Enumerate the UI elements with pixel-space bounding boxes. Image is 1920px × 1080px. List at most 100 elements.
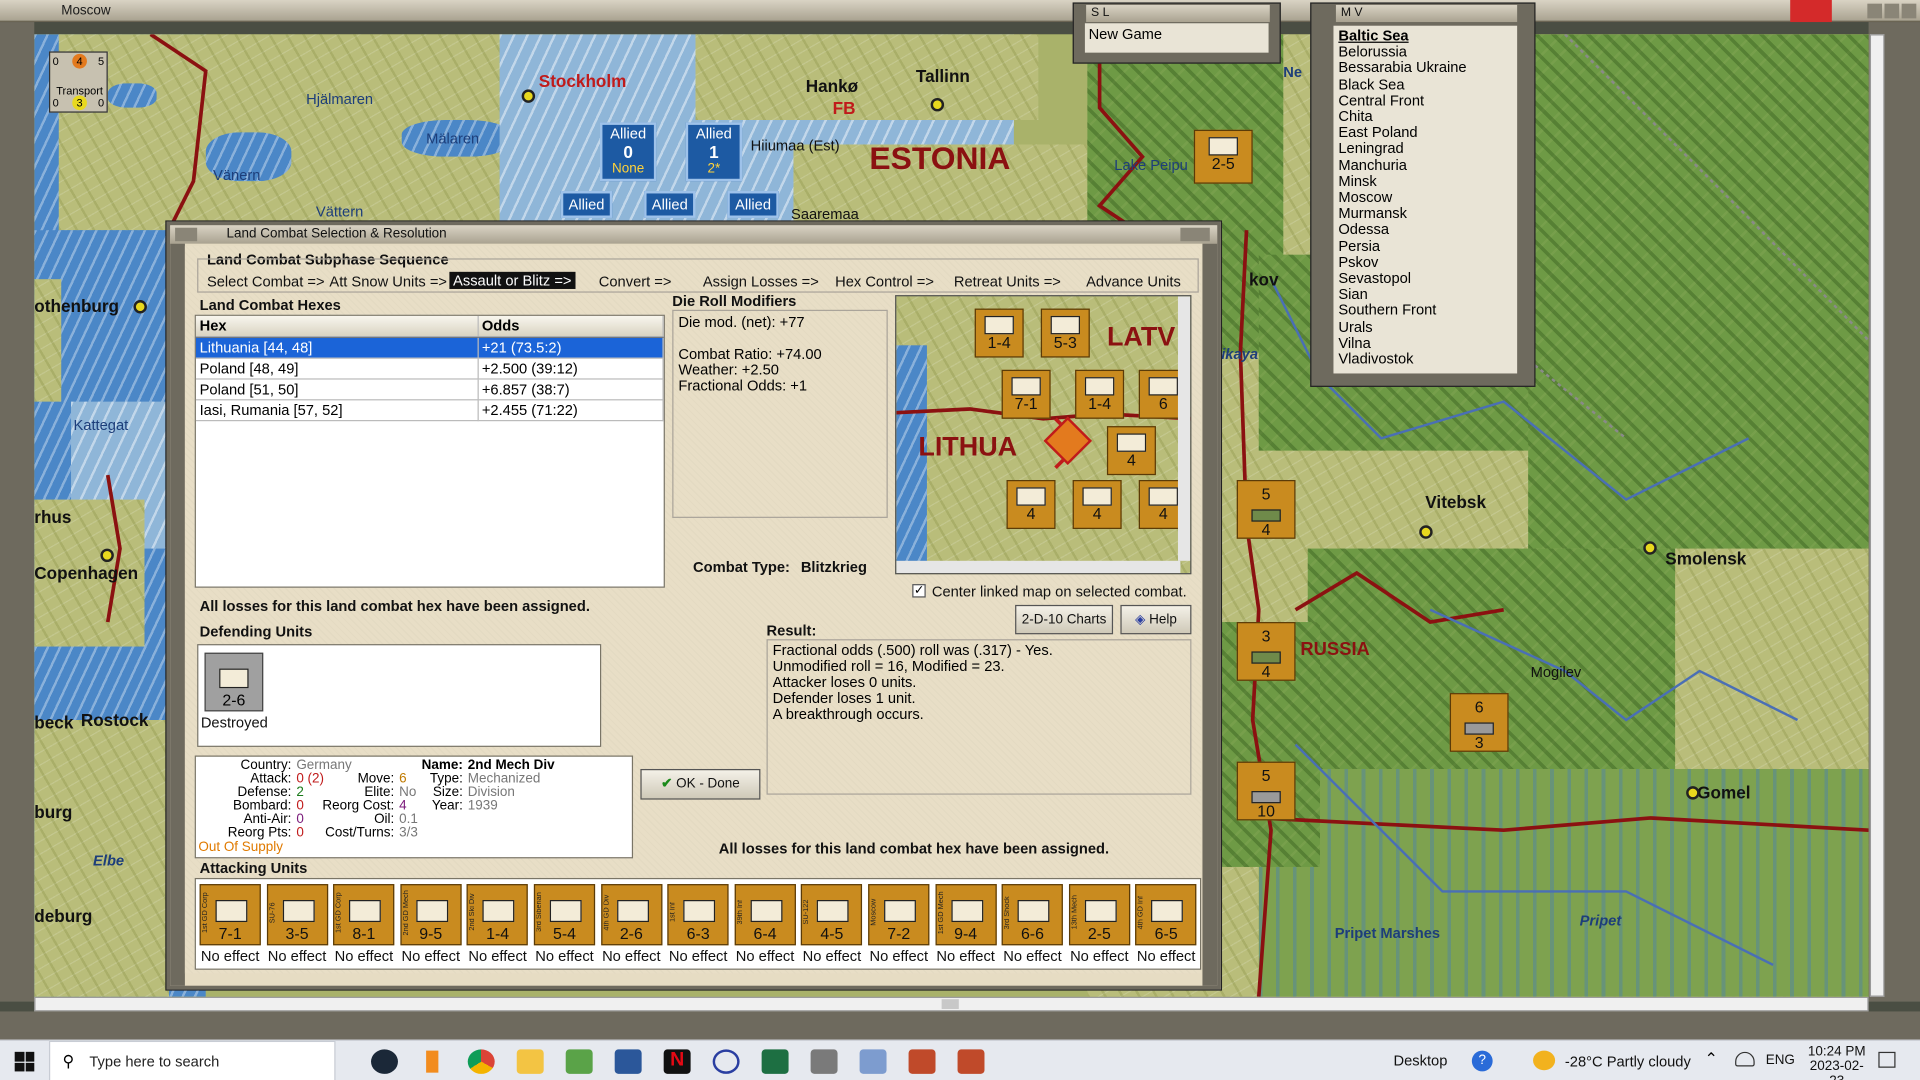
transport-counter[interactable]: 0 4 5 Transport 0 3 0 — [48, 51, 108, 113]
table-row[interactable]: Iasi, Rumania [57, 52] +2.455 (71:22) — [195, 399, 664, 421]
table-row[interactable]: Poland [51, 50] +6.857 (38:7) — [195, 378, 664, 400]
help-button[interactable]: ◈ Help — [1120, 604, 1192, 635]
dialog-system-icon[interactable] — [175, 227, 198, 242]
attacking-unit[interactable]: SU-122 4-5 No effect — [801, 884, 863, 967]
unit-counter[interactable]: 2nd GD Mech 9-5 — [400, 884, 462, 946]
attacking-unit[interactable]: SU-76 3-5 No effect — [266, 884, 328, 967]
list-item[interactable]: Southern Front — [1338, 302, 1512, 319]
clock[interactable]: 10:24 PM 2023-02-23 — [1807, 1044, 1866, 1080]
close-icon[interactable] — [1901, 3, 1917, 19]
desktop-toolbar[interactable]: Desktop — [1393, 1052, 1447, 1069]
map-counter-il10[interactable]: 5 4 — [1236, 480, 1296, 539]
unit-counter[interactable]: 3rd Shock 6-6 — [1001, 884, 1064, 946]
map-counter-1st-mech[interactable]: 2-5 — [1193, 129, 1253, 184]
attacking-unit[interactable]: 4th GD Div 2-6 No effect — [600, 884, 662, 967]
table-row[interactable]: Lithuania [44, 48] +21 (73.5:2) — [195, 336, 664, 359]
mini-map-hscroll[interactable] — [896, 560, 1181, 574]
dialog-close-icon[interactable] — [1180, 227, 1210, 242]
attacking-unit[interactable]: 1st GD Corp 8-1 No effect — [333, 884, 395, 967]
list-item[interactable]: Odessa — [1338, 221, 1512, 238]
unit-counter[interactable]: 1st Inf 6-3 — [667, 884, 729, 946]
chrome-icon[interactable] — [467, 1049, 495, 1074]
linked-mini-map[interactable]: LATV LITHUA 1-4 5-3 7-1 1-4 6 4 4 4 4 — [895, 295, 1192, 575]
list-item[interactable]: Sevastopol — [1338, 270, 1512, 287]
list-item[interactable]: Belorussia — [1338, 43, 1512, 60]
game-icon[interactable] — [908, 1049, 936, 1074]
mini-counter[interactable]: 4 — [1006, 480, 1056, 529]
charts-button[interactable]: 2-D-10 Charts — [1015, 604, 1114, 635]
list-item[interactable]: Chita — [1338, 108, 1512, 125]
excel-icon[interactable] — [761, 1049, 789, 1074]
mini-counter[interactable]: 7-1 — [1001, 369, 1051, 419]
language-indicator[interactable]: ENG — [1766, 1053, 1795, 1068]
attacking-unit[interactable]: 2nd GD Mech 9-5 No effect — [400, 884, 462, 967]
unit-counter[interactable]: 13th Mech 2-5 — [1068, 884, 1130, 946]
steam-icon[interactable] — [371, 1049, 398, 1074]
allied-box-2[interactable]: Allied 1 2* — [685, 122, 743, 182]
defender-counter[interactable]: 2-6 — [204, 652, 264, 712]
list-item[interactable]: Urals — [1338, 318, 1512, 335]
notification-icon[interactable] — [1878, 1051, 1896, 1068]
allied-tab-3[interactable]: Allied — [727, 191, 779, 218]
windows-start-icon[interactable] — [14, 1051, 35, 1072]
game-icon-2[interactable] — [957, 1049, 985, 1074]
table-row[interactable]: Poland [48, 49] +2.500 (39:12) — [195, 357, 664, 379]
allied-tab-2[interactable]: Allied — [644, 191, 696, 218]
weather-text[interactable]: -28°C Partly cloudy — [1565, 1053, 1691, 1070]
attacking-unit[interactable]: Moscow 7-2 No effect — [868, 884, 930, 967]
attacking-unit[interactable]: 3rd Siberian 5-4 No effect — [533, 884, 596, 967]
sl-item-new-game[interactable]: New Game — [1084, 23, 1269, 53]
col-odds[interactable]: Odds — [477, 315, 664, 338]
file-explorer-icon[interactable] — [516, 1049, 544, 1074]
unit-counter[interactable]: 4th GD Inf 6-5 — [1135, 884, 1197, 946]
attacking-unit[interactable]: 1st GD Mech 9-4 No effect — [935, 884, 997, 967]
unit-counter[interactable]: SU-122 4-5 — [801, 884, 863, 946]
list-item[interactable]: Minsk — [1338, 173, 1512, 190]
attacking-unit[interactable]: 2nd Ski Div 1-4 No effect — [467, 884, 529, 967]
chevron-up-icon[interactable]: ⌃ — [1704, 1049, 1717, 1069]
app-icon[interactable] — [712, 1049, 740, 1074]
mini-map-vscroll[interactable] — [1177, 296, 1191, 561]
vlc-icon[interactable] — [418, 1049, 446, 1074]
ok-done-button[interactable]: ✔ OK - Done — [640, 768, 761, 800]
mini-counter[interactable]: 4 — [1072, 480, 1122, 529]
list-item[interactable]: Baltic Sea — [1338, 27, 1512, 44]
mini-counter[interactable]: 1-4 — [1075, 369, 1125, 419]
network-icon[interactable] — [1735, 1051, 1755, 1067]
map-vertical-scrollbar[interactable] — [1869, 34, 1885, 997]
calculator-icon[interactable] — [810, 1049, 838, 1074]
list-item[interactable]: Murmansk — [1338, 205, 1512, 222]
minimize-icon[interactable] — [1867, 3, 1883, 19]
word-icon[interactable] — [614, 1049, 642, 1074]
map-counter-il2m3[interactable]: 3 4 — [1236, 622, 1296, 681]
attacking-unit[interactable]: 1st GD Corp 7-1 No effect — [199, 884, 261, 967]
unit-counter[interactable]: 1st GD Corp 7-1 — [199, 884, 261, 946]
taskbar-search[interactable]: ⚲ Type here to search — [48, 1040, 336, 1080]
unit-counter[interactable]: 4th GD Div 2-6 — [600, 884, 662, 946]
mini-counter[interactable]: 4 — [1106, 426, 1156, 476]
list-item[interactable]: Moscow — [1338, 189, 1512, 206]
attacking-unit[interactable]: 3rd Shock 6-6 No effect — [1001, 884, 1064, 967]
list-item[interactable]: Sian — [1338, 286, 1512, 303]
col-hex[interactable]: Hex — [195, 315, 479, 338]
attacking-unit[interactable]: 13th Mech 2-5 No effect — [1068, 884, 1130, 967]
map-counter-yak9dd[interactable]: 5 10 — [1236, 761, 1296, 821]
attacking-unit[interactable]: 1st Inf 6-3 No effect — [667, 884, 729, 967]
unit-counter[interactable]: Moscow 7-2 — [868, 884, 930, 946]
center-map-checkbox[interactable]: ✓ — [912, 584, 926, 598]
netflix-icon[interactable]: N — [663, 1049, 691, 1074]
unit-counter[interactable]: 1st GD Corp 8-1 — [333, 884, 395, 946]
mini-counter[interactable]: 5-3 — [1040, 308, 1090, 358]
allied-box-1[interactable]: Allied 0 None — [600, 122, 657, 182]
help-tray-icon[interactable]: ? — [1471, 1050, 1493, 1072]
list-item[interactable]: Vilna — [1338, 334, 1512, 351]
window-icon[interactable] — [859, 1049, 887, 1074]
list-item[interactable]: Manchuria — [1338, 157, 1512, 174]
list-item[interactable]: Black Sea — [1338, 76, 1512, 93]
notepad-icon[interactable] — [565, 1049, 593, 1074]
attacking-unit[interactable]: 4th GD Inf 6-5 No effect — [1135, 884, 1197, 967]
unit-counter[interactable]: 1st GD Mech 9-4 — [935, 884, 997, 946]
map-horizontal-scrollbar[interactable] — [34, 996, 1869, 1012]
mv-list[interactable]: Baltic Sea Belorussia Bessarabia Ukraine Bl… — [1333, 25, 1518, 374]
list-item[interactable]: East Poland — [1338, 124, 1512, 141]
